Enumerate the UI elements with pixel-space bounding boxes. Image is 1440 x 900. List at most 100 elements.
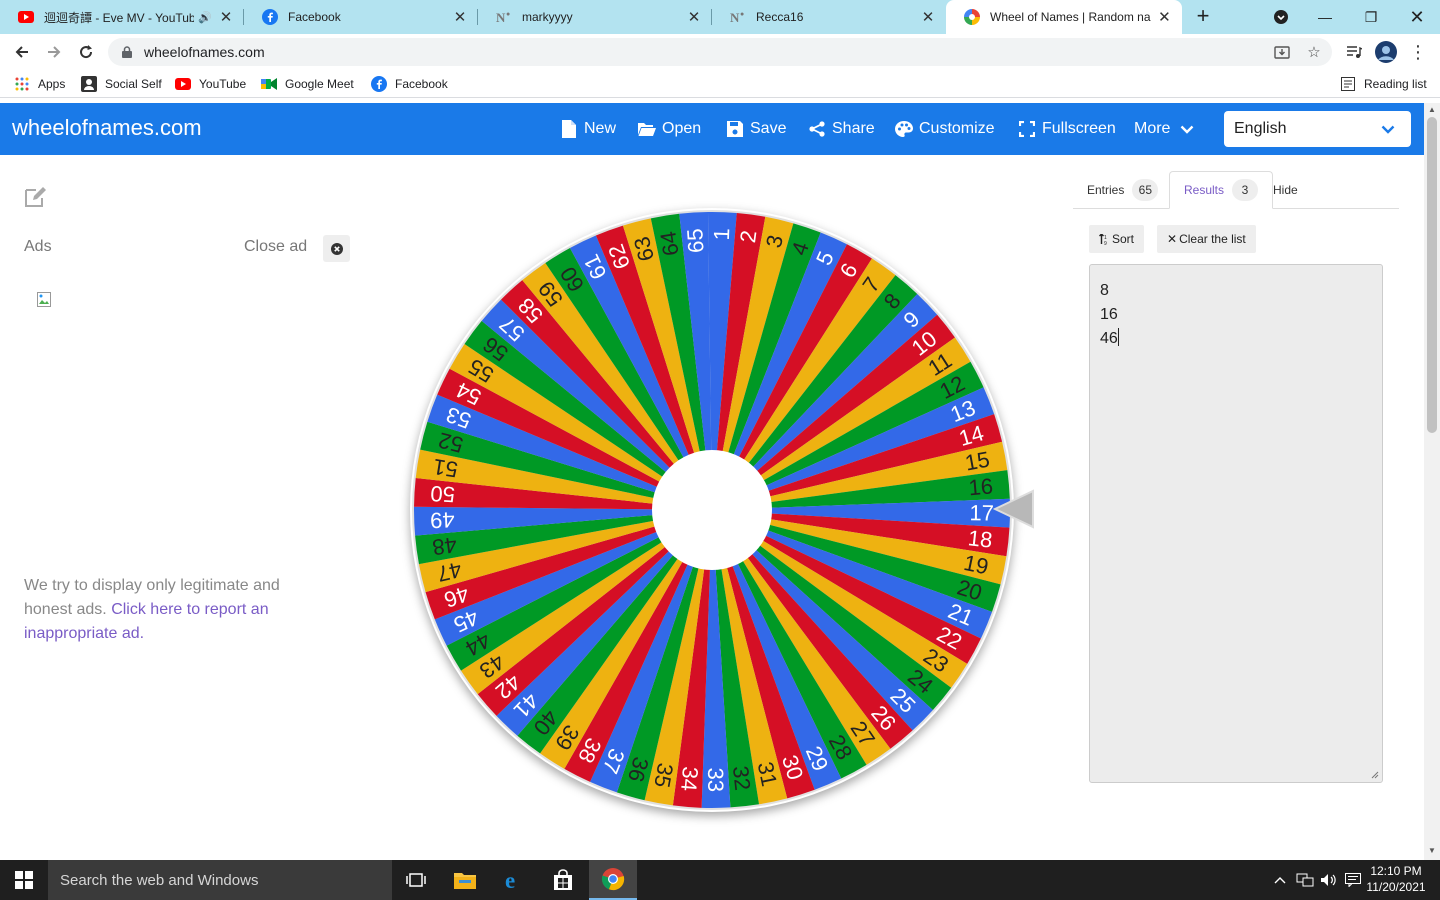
text-caret [1117, 328, 1119, 346]
scroll-down-icon[interactable]: ▼ [1428, 847, 1436, 855]
chrome-menu-icon[interactable]: ⋮ [1404, 38, 1432, 66]
results-textarea[interactable]: 8 16 46 [1089, 264, 1383, 783]
close-ad-button[interactable] [323, 235, 350, 262]
bookmark-facebook[interactable]: Facebook [371, 75, 448, 93]
reload-button[interactable] [72, 38, 100, 66]
new-tab-button[interactable]: + [1191, 5, 1215, 29]
bookmark-youtube[interactable]: YouTube [175, 75, 246, 93]
forward-button[interactable] [40, 38, 68, 66]
wheel-segment-label: 34 [676, 766, 703, 792]
bookmark-google-meet[interactable]: Google Meet [261, 75, 354, 93]
lock-icon[interactable] [120, 45, 134, 59]
broken-image-icon [37, 292, 53, 308]
edge-button[interactable]: e [491, 860, 539, 900]
address-bar[interactable]: wheelofnames.com ☆ [108, 38, 1332, 66]
wheel-center-hub[interactable] [652, 450, 772, 570]
media-control-icon[interactable] [1340, 38, 1368, 66]
close-tab-icon[interactable]: ✕ [452, 9, 468, 26]
wheelofnames-icon [964, 9, 980, 25]
close-tab-icon[interactable]: ✕ [1157, 9, 1172, 26]
taskbar-search[interactable]: Search the web and Windows [48, 860, 392, 900]
tab-results[interactable]: Results 3 [1169, 171, 1274, 209]
scroll-up-icon[interactable]: ▲ [1428, 106, 1436, 114]
tab-search-button[interactable] [1258, 0, 1304, 34]
restore-button[interactable]: ❐ [1348, 0, 1394, 34]
tab-title: markyyyy [522, 10, 573, 24]
entries-count-badge: 65 [1132, 179, 1159, 201]
edit-icon[interactable] [24, 186, 48, 208]
site-brand[interactable]: wheelofnames.com [12, 115, 202, 141]
speaker-icon[interactable]: 🔊 [198, 11, 212, 24]
browser-tab-wheel-of-names[interactable]: Wheel of Names | Random nam ✕ [946, 0, 1182, 34]
sort-button[interactable]: 19 Sort [1089, 225, 1145, 253]
page-scrollbar[interactable]: ▲ ▼ [1424, 103, 1440, 860]
fullscreen-icon [1018, 120, 1036, 138]
reload-icon [80, 45, 93, 59]
clear-list-button[interactable]: ✕ Clear the list [1157, 225, 1256, 253]
ads-label: Ads [24, 238, 52, 255]
notifications-icon[interactable] [1342, 860, 1364, 900]
language-select[interactable]: English [1224, 111, 1411, 147]
wheel-segment-label: 35 [649, 761, 678, 790]
network-icon[interactable] [1294, 860, 1316, 900]
browser-tab-recca16[interactable]: N ● Recca16 ✕ [712, 0, 946, 34]
wheel-segment-label: 16 [967, 473, 994, 500]
browser-tab-youtube[interactable]: 迴迴奇譚 - Eve MV - YouTub 🔊 ✕ [0, 0, 244, 34]
reading-list-icon [1340, 76, 1356, 92]
task-view-icon [406, 873, 426, 887]
menu-open[interactable]: Open [638, 117, 701, 141]
close-tab-icon[interactable]: ✕ [686, 9, 702, 26]
close-window-button[interactable]: ✕ [1394, 0, 1440, 34]
store-button[interactable] [539, 860, 587, 900]
browser-toolbar: wheelofnames.com ☆ ⋮ [0, 34, 1440, 70]
close-tab-icon[interactable]: ✕ [920, 9, 936, 26]
reading-list-button[interactable]: Reading list [1340, 75, 1427, 93]
close-tab-icon[interactable]: ✕ [218, 9, 234, 26]
menu-more[interactable]: More [1134, 117, 1194, 141]
menu-label: New [584, 120, 617, 137]
facebook-icon [262, 9, 278, 25]
start-button[interactable] [0, 860, 48, 900]
menu-customize[interactable]: Customize [895, 117, 995, 141]
install-app-icon[interactable] [1270, 38, 1294, 66]
browser-tab-markyyyy[interactable]: N ● markyyyy ✕ [478, 0, 712, 34]
minimize-button[interactable]: — [1302, 0, 1348, 34]
chevron-down-icon [1381, 121, 1395, 139]
menu-label: Customize [919, 120, 995, 137]
results-count-badge: 3 [1232, 179, 1259, 201]
menu-label: Fullscreen [1042, 120, 1116, 137]
profile-avatar[interactable] [1372, 38, 1400, 66]
wheel-pointer-icon [993, 489, 1034, 529]
browser-tabstrip: 迴迴奇譚 - Eve MV - YouTub 🔊 ✕ Facebook ✕ N ●… [0, 0, 1440, 34]
bookmarks-bar: Apps Social Self YouTube Google Meet Fac… [0, 70, 1440, 98]
bookmark-star-icon[interactable]: ☆ [1302, 38, 1326, 66]
tab-entries[interactable]: Entries 65 [1073, 171, 1172, 209]
chrome-taskbar-button[interactable] [589, 860, 637, 900]
menu-new[interactable]: New [560, 117, 616, 141]
show-hidden-icons[interactable] [1270, 860, 1290, 900]
file-explorer-button[interactable] [441, 860, 489, 900]
svg-text:9: 9 [1104, 241, 1107, 245]
resize-grip-icon[interactable] [1371, 771, 1379, 779]
browser-tab-facebook[interactable]: Facebook ✕ [244, 0, 478, 34]
bookmark-apps[interactable]: Apps [14, 75, 65, 93]
bookmark-social-self[interactable]: Social Self [81, 75, 162, 93]
close-icon: ✕ [1167, 232, 1178, 246]
menu-share[interactable]: Share [808, 117, 875, 141]
scroll-thumb[interactable] [1427, 117, 1437, 433]
task-view-button[interactable] [392, 860, 440, 900]
result-item: 16 [1100, 306, 1118, 323]
wheel[interactable]: 1 2 3 4 5 6 7 8 9 10 11 12 13 14 15 16 17 18 19 20 21 22 23 24 2… [410, 208, 1014, 812]
volume-icon[interactable] [1318, 860, 1340, 900]
windows-logo-icon [15, 871, 33, 889]
apps-grid-icon [14, 76, 30, 92]
reading-list-label: Reading list [1364, 77, 1427, 91]
menu-fullscreen[interactable]: Fullscreen [1018, 117, 1116, 141]
back-button[interactable] [8, 38, 36, 66]
system-clock[interactable]: 12:10 PM 11/20/2021 [1366, 863, 1426, 895]
bookmark-label: YouTube [199, 77, 247, 91]
wheel-canvas[interactable]: 1 2 34567891011121314151617181920212223242… [410, 208, 1014, 812]
tab-hide[interactable]: Hide [1259, 171, 1312, 209]
menu-save[interactable]: Save [726, 117, 786, 141]
clock-date: 11/20/2021 [1366, 880, 1426, 894]
